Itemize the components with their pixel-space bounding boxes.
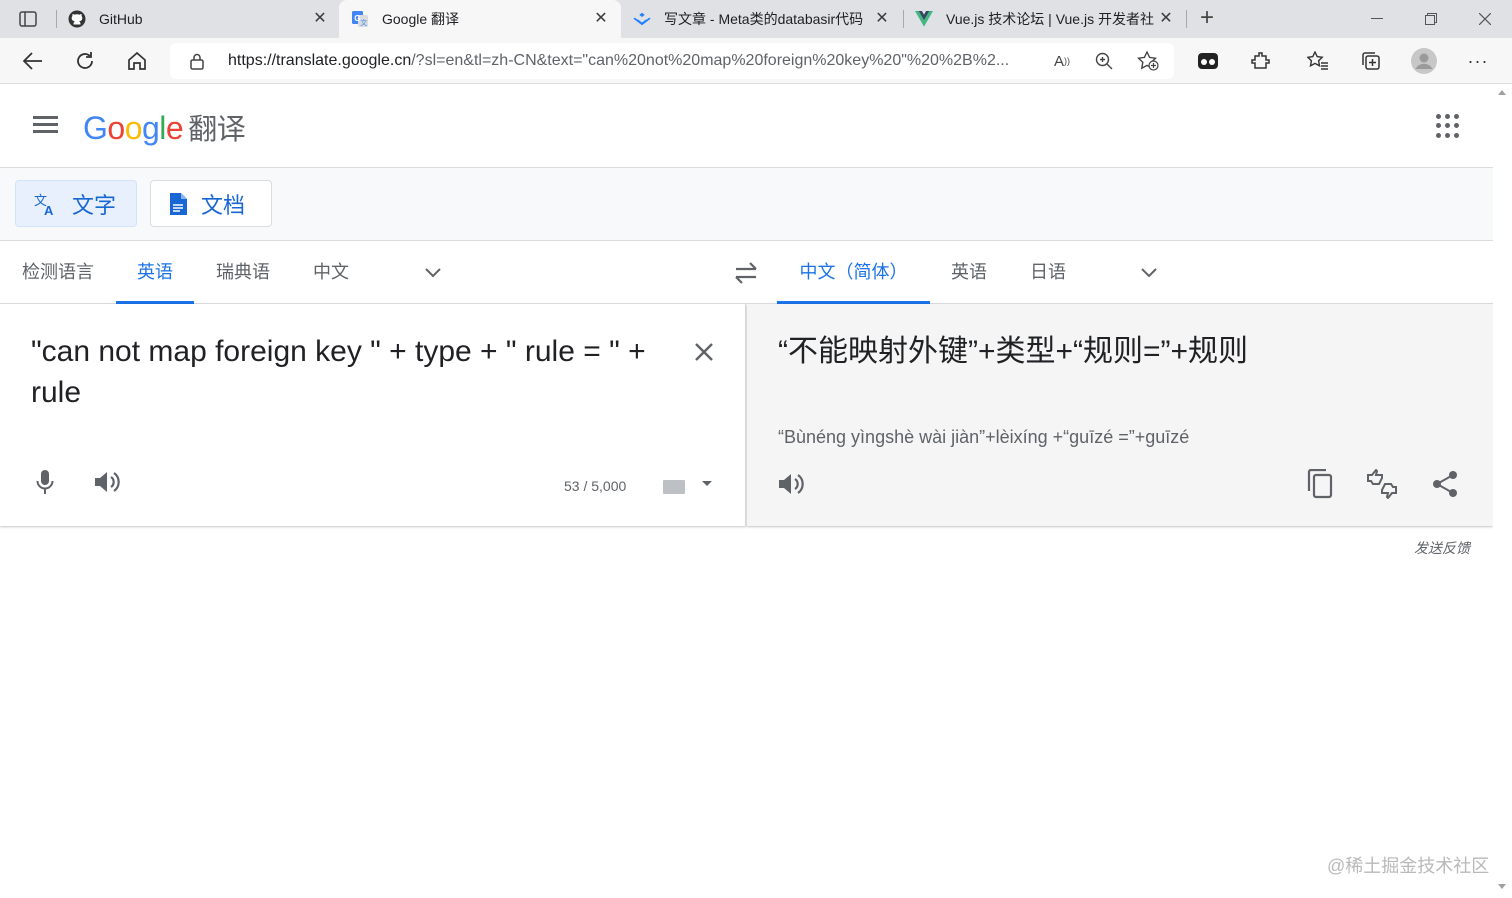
tab-juejin[interactable]: 写文章 - Meta类的databasir代码 ✕ <box>621 0 902 38</box>
source-text-input[interactable]: "can not map foreign key " + type + " ru… <box>31 331 671 413</box>
juejin-icon <box>633 10 651 28</box>
tab-title: Vue.js 技术论坛 | Vue.js 开发者社 <box>946 11 1154 27</box>
hamburger-menu-icon[interactable] <box>33 113 61 137</box>
swap-languages-icon[interactable] <box>732 262 760 284</box>
tab-vue-forum[interactable]: Vue.js 技术论坛 | Vue.js 开发者社 ✕ <box>903 0 1186 38</box>
mode-docs-label: 文档 <box>201 192 246 218</box>
tab-google-translate[interactable]: G文 Google 翻译 ✕ <box>339 0 621 38</box>
translate-icon: 文A <box>34 192 58 216</box>
add-favorite-icon[interactable] <box>1134 47 1162 75</box>
page-scrollbar[interactable] <box>1493 84 1512 898</box>
scroll-down-icon[interactable] <box>1498 884 1506 889</box>
profile-avatar-icon[interactable] <box>1409 46 1439 76</box>
zoom-icon[interactable] <box>1090 47 1118 75</box>
minimize-button[interactable] <box>1350 0 1404 38</box>
address-bar[interactable]: https://translate.google.cn/?sl=en&tl=zh… <box>170 43 1174 79</box>
browser-toolbar: https://translate.google.cn/?sl=en&tl=zh… <box>0 38 1512 84</box>
refresh-button[interactable] <box>70 46 100 76</box>
product-name: 翻译 <box>188 114 246 146</box>
language-bar: 检测语言 英语 瑞典语 中文 中文（简体） 英语 日语 <box>0 241 1493 304</box>
tab-title: GitHub <box>99 11 143 27</box>
home-button[interactable] <box>122 46 152 76</box>
keyboard-dropdown-icon[interactable] <box>702 481 712 486</box>
source-lang-more-icon[interactable] <box>423 263 443 283</box>
target-lang-english[interactable]: 英语 <box>950 241 988 304</box>
document-icon <box>169 192 187 215</box>
target-lang-chinese-simplified[interactable]: 中文（简体） <box>777 241 930 304</box>
collections-icon[interactable] <box>1356 46 1386 76</box>
tab-title: 写文章 - Meta类的databasir代码 <box>664 11 864 27</box>
source-lang-swedish[interactable]: 瑞典语 <box>214 241 272 304</box>
source-lang-detect[interactable]: 检测语言 <box>20 241 96 304</box>
tab-separator <box>903 10 904 28</box>
source-panel: "can not map foreign key " + type + " ru… <box>0 304 746 526</box>
svg-text:A: A <box>44 203 54 216</box>
scroll-up-icon[interactable] <box>1498 90 1506 95</box>
lock-icon[interactable] <box>190 53 212 70</box>
google-translate-icon: G文 <box>351 10 369 28</box>
keyboard-icon[interactable] <box>663 480 685 494</box>
more-menu-icon[interactable]: ··· <box>1463 46 1493 76</box>
share-translation-icon[interactable] <box>1428 467 1462 501</box>
tab-separator <box>1186 10 1187 28</box>
restore-button[interactable] <box>1404 0 1458 38</box>
close-tab-icon[interactable]: ✕ <box>312 11 328 27</box>
watermark: @稀土掘金技术社区 <box>1327 856 1490 876</box>
rate-translation-icon[interactable] <box>1365 467 1399 501</box>
mode-docs-button[interactable]: 文档 <box>150 180 272 227</box>
favorites-icon[interactable] <box>1303 46 1333 76</box>
google-translate-logo[interactable]: Google 翻译 <box>83 106 246 148</box>
mode-text-label: 文字 <box>72 192 117 218</box>
extension-icon[interactable] <box>1193 46 1223 76</box>
microphone-icon[interactable] <box>30 467 60 497</box>
character-count: 53 / 5,000 <box>564 478 627 494</box>
source-lang-chinese[interactable]: 中文 <box>311 241 351 304</box>
copy-translation-icon[interactable] <box>1303 467 1337 501</box>
read-aloud-icon[interactable]: A)) <box>1048 47 1076 75</box>
close-tab-icon[interactable]: ✕ <box>1158 11 1174 27</box>
send-feedback-link[interactable]: 发送反馈 <box>1414 538 1470 558</box>
back-button[interactable] <box>18 46 48 76</box>
browser-tabstrip: GitHub ✕ G文 Google 翻译 ✕ 写文章 - Meta类的data… <box>0 0 1512 38</box>
target-lang-more-icon[interactable] <box>1139 263 1159 283</box>
close-tab-icon[interactable]: ✕ <box>593 11 609 27</box>
transliteration-text: “Bùnéng yìngshè wài jiàn”+lèixíng +“guīz… <box>778 427 1190 447</box>
tab-separator <box>56 10 57 28</box>
new-tab-button[interactable]: + <box>1196 6 1218 30</box>
tab-title: Google 翻译 <box>382 11 460 27</box>
google-apps-icon[interactable] <box>1436 114 1460 138</box>
close-tab-icon[interactable]: ✕ <box>874 11 890 27</box>
github-icon <box>68 10 86 28</box>
source-lang-english[interactable]: 英语 <box>116 241 194 304</box>
mode-text-button[interactable]: 文A 文字 <box>15 180 137 227</box>
listen-source-icon[interactable] <box>93 467 123 497</box>
extensions-icon[interactable] <box>1246 46 1276 76</box>
translation-text: “不能映射外键”+类型+“规则=”+规则 <box>778 335 1249 368</box>
tab-github[interactable]: GitHub ✕ <box>56 0 340 38</box>
clear-source-icon[interactable] <box>690 338 718 366</box>
target-panel: “不能映射外键”+类型+“规则=”+规则 “Bùnéng yìngshè wài… <box>747 304 1493 526</box>
close-window-button[interactable] <box>1458 0 1512 38</box>
tab-actions-icon[interactable] <box>10 8 46 30</box>
svg-text:文: 文 <box>360 18 367 27</box>
target-lang-japanese[interactable]: 日语 <box>1029 241 1067 304</box>
page-header: Google 翻译 <box>0 84 1493 168</box>
listen-translation-icon[interactable] <box>775 467 809 501</box>
vue-icon <box>915 10 933 28</box>
mode-bar: 文A 文字 文档 <box>0 168 1493 241</box>
url-text: https://translate.google.cn/?sl=en&tl=zh… <box>228 52 1010 69</box>
